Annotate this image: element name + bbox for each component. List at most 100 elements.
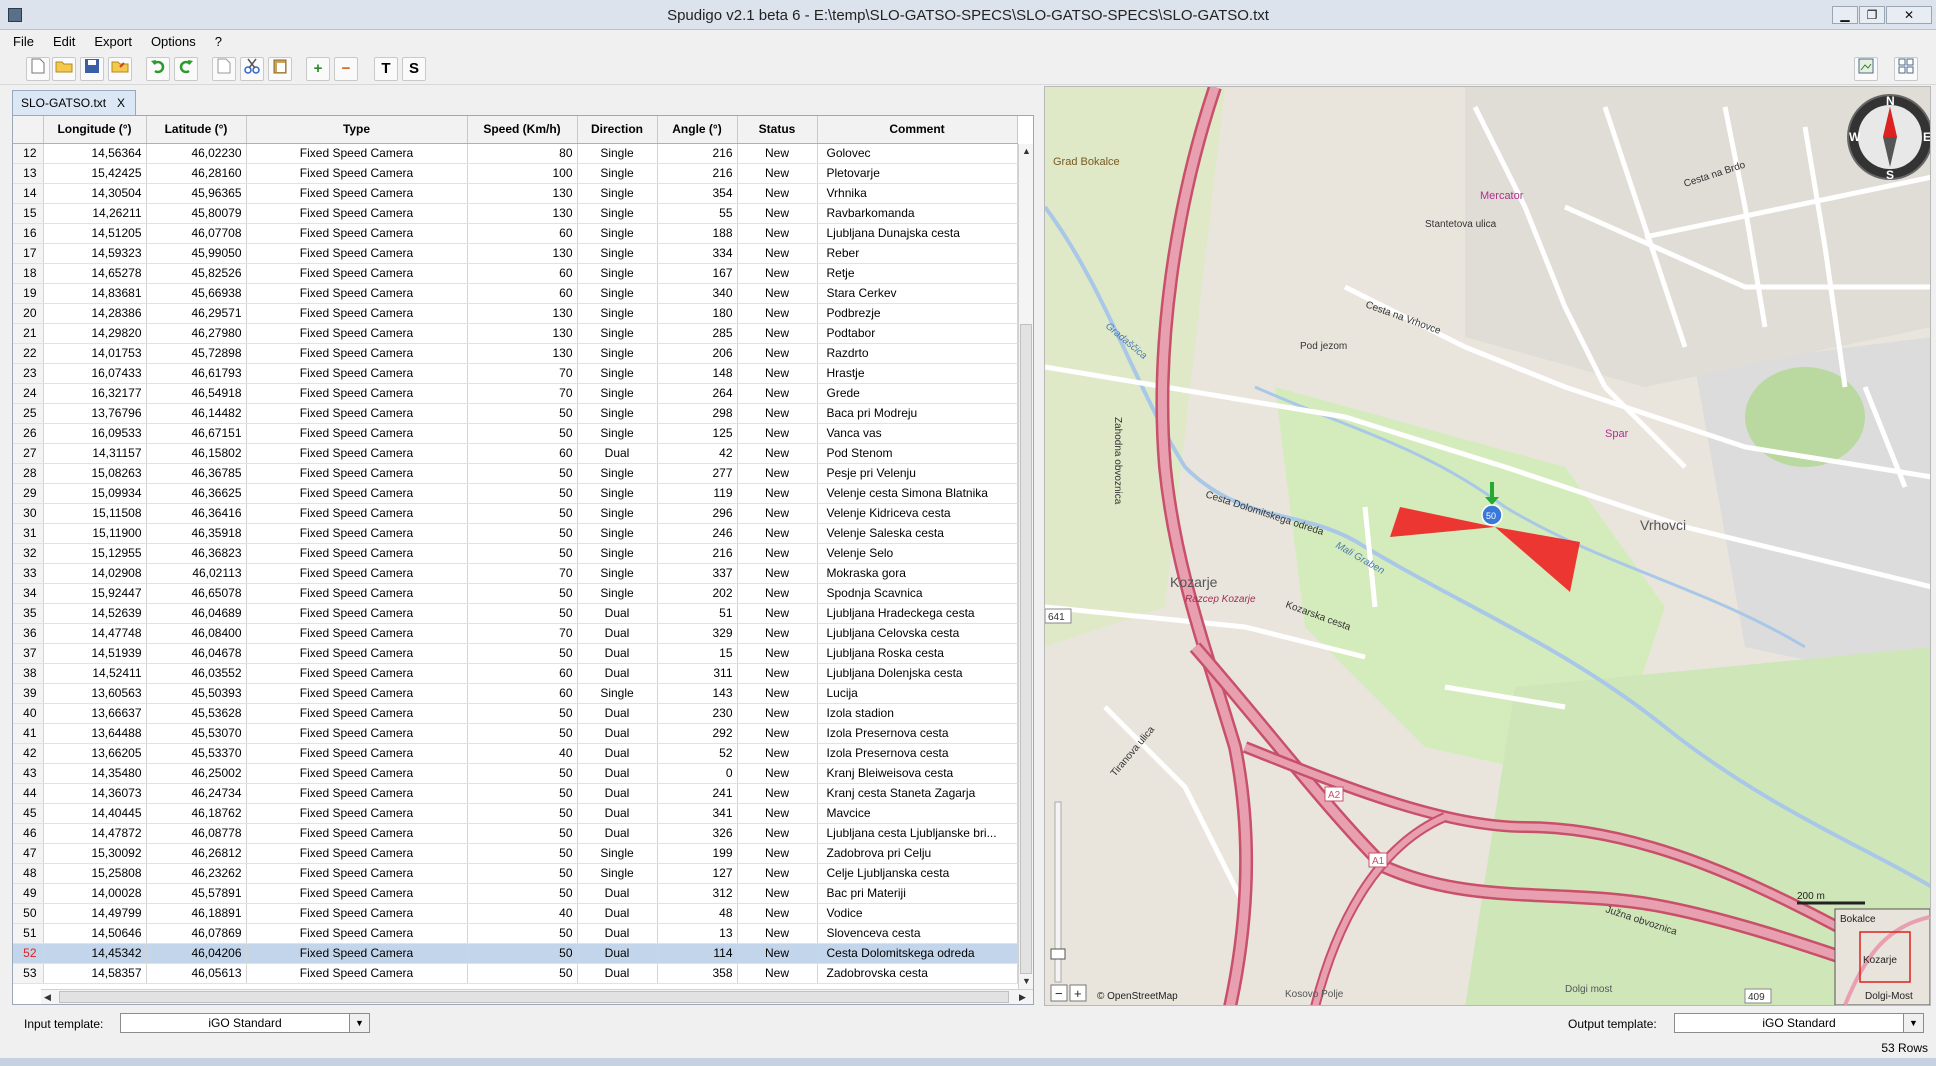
table-cell[interactable]: 25: [13, 403, 44, 424]
table-cell[interactable]: 13,76796: [43, 403, 147, 424]
table-cell[interactable]: 21: [13, 323, 44, 344]
table-cell[interactable]: Ljubljana Celovska cesta: [817, 623, 1018, 644]
table-cell[interactable]: 45,99050: [146, 243, 247, 264]
table-row[interactable]: 25 13,76796 46,14482 Fixed Speed Camera 50 Si…: [13, 403, 1018, 424]
table-cell[interactable]: 241: [657, 783, 738, 804]
table-cell[interactable]: Fixed Speed Camera: [246, 163, 468, 184]
table-cell[interactable]: 42: [657, 443, 738, 464]
table-cell[interactable]: 46,02113: [146, 563, 247, 584]
table-row[interactable]: 49 14,00028 45,57891 Fixed Speed Camera 50 Du…: [13, 883, 1018, 904]
table-cell[interactable]: Single: [577, 203, 658, 224]
table-cell[interactable]: Dual: [577, 743, 658, 764]
table-cell[interactable]: 45,57891: [146, 883, 247, 904]
table-cell[interactable]: 296: [657, 503, 738, 524]
table-cell[interactable]: 50: [467, 543, 578, 564]
table-row[interactable]: 42 13,66205 45,53370 Fixed Speed Camera 40 Du…: [13, 743, 1018, 764]
table-row[interactable]: 22 14,01753 45,72898 Fixed Speed Camera 130 S…: [13, 343, 1018, 364]
table-cell[interactable]: 46,25002: [146, 763, 247, 784]
table-cell[interactable]: 40: [467, 743, 578, 764]
table-cell[interactable]: 50: [467, 703, 578, 724]
table-cell[interactable]: Single: [577, 183, 658, 204]
table-cell[interactable]: Dual: [577, 443, 658, 464]
table-cell[interactable]: Single: [577, 503, 658, 524]
table-row[interactable]: 44 14,36073 46,24734 Fixed Speed Camera 50 Du…: [13, 783, 1018, 804]
table-cell[interactable]: 130: [467, 323, 578, 344]
table-cell[interactable]: 341: [657, 803, 738, 824]
tab-close-button[interactable]: X: [117, 96, 125, 110]
chevron-down-icon[interactable]: ▼: [1903, 1014, 1923, 1032]
table-cell[interactable]: 358: [657, 963, 738, 984]
table-cell[interactable]: 50: [467, 483, 578, 504]
table-cell[interactable]: 14,56364: [43, 143, 147, 164]
table-cell[interactable]: 46,15802: [146, 443, 247, 464]
table-cell[interactable]: Podtabor: [817, 323, 1018, 344]
table-cell[interactable]: Dual: [577, 943, 658, 964]
table-cell[interactable]: 15,08263: [43, 463, 147, 484]
table-cell[interactable]: 33: [13, 563, 44, 584]
table-cell[interactable]: 45,82526: [146, 263, 247, 284]
table-cell[interactable]: Fixed Speed Camera: [246, 823, 468, 844]
table-row[interactable]: 39 13,60563 45,50393 Fixed Speed Camera 60 Si…: [13, 683, 1018, 704]
table-cell[interactable]: 45,80079: [146, 203, 247, 224]
table-cell[interactable]: 53: [13, 963, 44, 984]
table-cell[interactable]: 130: [467, 343, 578, 364]
table-cell[interactable]: 14,30504: [43, 183, 147, 204]
table-row[interactable]: 27 14,31157 46,15802 Fixed Speed Camera 60 Du…: [13, 443, 1018, 464]
table-cell[interactable]: Pesje pri Velenju: [817, 463, 1018, 484]
table-cell[interactable]: 50: [467, 943, 578, 964]
table-cell[interactable]: Fixed Speed Camera: [246, 643, 468, 664]
table-cell[interactable]: 50: [467, 643, 578, 664]
table-row[interactable]: 17 14,59323 45,99050 Fixed Speed Camera 130 S…: [13, 243, 1018, 264]
table-cell[interactable]: 15,42425: [43, 163, 147, 184]
table-cell[interactable]: 46,61793: [146, 363, 247, 384]
table-cell[interactable]: 46,29571: [146, 303, 247, 324]
table-cell[interactable]: New: [737, 423, 818, 444]
table-cell[interactable]: Razdrto: [817, 343, 1018, 364]
table-cell[interactable]: 48: [657, 903, 738, 924]
table-cell[interactable]: 13,60563: [43, 683, 147, 704]
scroll-down-arrow[interactable]: ▼: [1022, 976, 1031, 986]
table-cell[interactable]: 17: [13, 243, 44, 264]
table-cell[interactable]: 180: [657, 303, 738, 324]
table-cell[interactable]: Fixed Speed Camera: [246, 223, 468, 244]
table-cell[interactable]: 55: [657, 203, 738, 224]
table-cell[interactable]: 264: [657, 383, 738, 404]
table-cell[interactable]: 14,31157: [43, 443, 147, 464]
table-cell[interactable]: 14,52639: [43, 603, 147, 624]
table-cell[interactable]: 22: [13, 343, 44, 364]
table-cell[interactable]: 46,02230: [146, 143, 247, 164]
table-cell[interactable]: Kranj cesta Staneta Zagarja: [817, 783, 1018, 804]
table-cell[interactable]: 46,05613: [146, 963, 247, 984]
column-header[interactable]: Status: [737, 116, 818, 144]
remove-row-button[interactable]: −: [334, 57, 358, 81]
table-cell[interactable]: 46,36785: [146, 463, 247, 484]
table-cell[interactable]: New: [737, 303, 818, 324]
table-row[interactable]: 26 16,09533 46,67151 Fixed Speed Camera 50 Si…: [13, 423, 1018, 444]
table-cell[interactable]: Single: [577, 843, 658, 864]
table-cell[interactable]: 127: [657, 863, 738, 884]
table-cell[interactable]: 13,64488: [43, 723, 147, 744]
table-cell[interactable]: Dual: [577, 883, 658, 904]
table-cell[interactable]: Izola Presernova cesta: [817, 723, 1018, 744]
table-cell[interactable]: 60: [467, 663, 578, 684]
table-cell[interactable]: 50: [467, 603, 578, 624]
table-cell[interactable]: 28: [13, 463, 44, 484]
table-cell[interactable]: 216: [657, 163, 738, 184]
table-cell[interactable]: 45,53370: [146, 743, 247, 764]
table-cell[interactable]: Fixed Speed Camera: [246, 943, 468, 964]
table-cell[interactable]: 16,09533: [43, 423, 147, 444]
table-cell[interactable]: New: [737, 283, 818, 304]
table-cell[interactable]: 46,28160: [146, 163, 247, 184]
table-cell[interactable]: New: [737, 943, 818, 964]
table-cell[interactable]: Fixed Speed Camera: [246, 443, 468, 464]
table-cell[interactable]: Mokraska gora: [817, 563, 1018, 584]
table-cell[interactable]: 37: [13, 643, 44, 664]
table-cell[interactable]: Fixed Speed Camera: [246, 583, 468, 604]
table-cell[interactable]: Vanca vas: [817, 423, 1018, 444]
redo-icon[interactable]: [174, 57, 198, 81]
table-row[interactable]: 50 14,49799 46,18891 Fixed Speed Camera 40 Du…: [13, 903, 1018, 924]
table-cell[interactable]: 50: [467, 523, 578, 544]
table-cell[interactable]: Single: [577, 423, 658, 444]
table-cell[interactable]: Dual: [577, 603, 658, 624]
table-cell[interactable]: Vrhnika: [817, 183, 1018, 204]
